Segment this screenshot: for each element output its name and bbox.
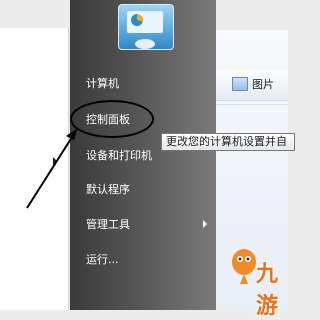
menu-item-devices-printers[interactable]: 设备和打印机 [86, 147, 152, 163]
pane-arrow-icon [53, 157, 57, 165]
mascot-icon [232, 249, 256, 284]
menu-item-run[interactable]: 运行... [86, 251, 119, 267]
menu-item-admin-tools[interactable]: 管理工具 [86, 216, 130, 232]
menu-item-default-programs[interactable]: 默认程序 [86, 181, 130, 197]
pictures-library-item[interactable]: 图片 [232, 76, 274, 92]
annotation-oval [70, 100, 154, 138]
programs-pane [0, 28, 69, 310]
control-panel-picture-icon [118, 4, 174, 50]
pictures-folder-icon [232, 77, 248, 91]
chevron-right-icon [203, 220, 207, 228]
watermark-text: 九游 [256, 262, 279, 319]
pictures-label: 图片 [252, 78, 274, 91]
watermark-logo: 九游 [230, 242, 288, 319]
menu-item-computer[interactable]: 计算机 [86, 75, 119, 91]
control-panel-tooltip: 更改您的计算机设置并自 [161, 133, 295, 151]
